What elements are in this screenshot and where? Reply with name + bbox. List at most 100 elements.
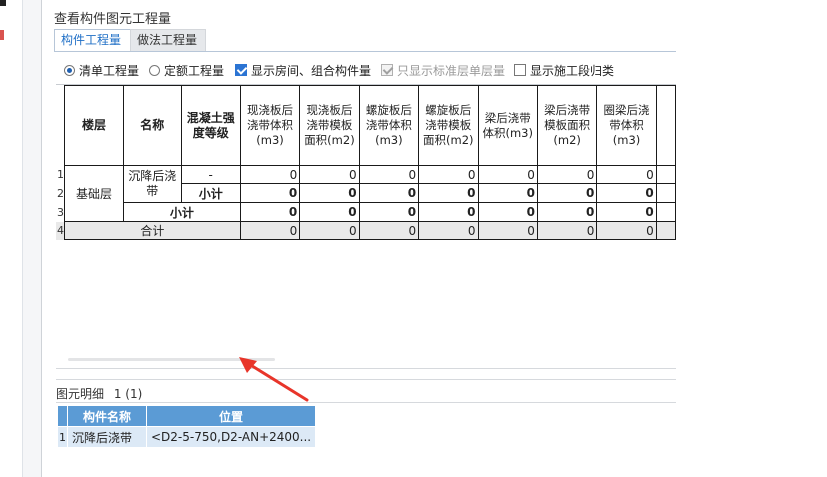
header-col-3: 螺旋板后浇带体积(m3): [358, 85, 420, 166]
left-panel-mark: [0, 0, 6, 6]
row-number: 1: [56, 165, 65, 184]
detail-title: 图元明细: [56, 387, 105, 401]
radio-dinge-icon[interactable]: [149, 64, 160, 76]
checkbox-checked-icon[interactable]: [235, 64, 247, 76]
checkbox-standard-floor-label: 只显示标准层单层量: [397, 63, 506, 78]
checkbox-show-rooms-label: 显示房间、组合构件量: [251, 63, 372, 78]
cell-value[interactable]: 0: [536, 183, 598, 203]
quantity-grid[interactable]: 楼层 名称 混凝土强度等级 现浇板后浇带体积(m3) 现浇板后浇带模板面积(m2…: [56, 84, 676, 370]
header-col-1: 现浇板后浇带体积(m3): [239, 85, 301, 166]
radio-qingdan-label: 清单工程量: [79, 63, 140, 78]
header-col-2: 现浇板后浇带模板面积(m2): [299, 85, 360, 166]
annotation-arrow-shaft: [247, 362, 309, 402]
cell-grade[interactable]: -: [180, 165, 241, 184]
row-number: 4: [56, 221, 65, 240]
cell-value[interactable]: 0: [536, 165, 598, 184]
cell-value[interactable]: [655, 221, 676, 240]
cell-value[interactable]: 0: [299, 183, 360, 203]
detail-table: 构件名称 位置 1 沉降后浇带 <D2-5-750,D2-AN+2400...: [57, 405, 317, 448]
panel-gap: [23, 0, 41, 477]
detail-cell-name[interactable]: 沉降后浇带: [67, 426, 147, 448]
header-col-7: 圈梁后浇带体积(m3): [596, 85, 657, 166]
detail-row-number-header: [57, 405, 68, 427]
detail-header-position: 位置: [145, 405, 317, 427]
cell-value[interactable]: [655, 165, 676, 184]
cell-total-label[interactable]: 合计: [64, 221, 241, 240]
table-row[interactable]: 3 小计 0 0 0 0 0 0 0: [56, 202, 676, 222]
detail-cell-position[interactable]: <D2-5-750,D2-AN+2400...: [145, 426, 317, 448]
header-col-5: 梁后浇带体积(m3): [477, 85, 538, 166]
annotation-arrow-icon: [239, 357, 309, 402]
row-number: 2: [56, 183, 65, 203]
cell-floor[interactable]: 基础层: [64, 165, 124, 222]
left-panel-red-mark: [0, 30, 4, 40]
left-panel-strip: [0, 0, 23, 477]
cell-value[interactable]: 0: [358, 221, 420, 240]
detail-count: 1 (1): [113, 387, 143, 401]
cell-value[interactable]: 0: [477, 221, 538, 240]
radio-dinge-label: 定额工程量: [164, 63, 225, 78]
cell-value[interactable]: 0: [299, 165, 360, 184]
cell-subtotal-label[interactable]: 小计: [122, 202, 241, 222]
cell-value[interactable]: 0: [239, 221, 301, 240]
radio-dinge-option[interactable]: 定额工程量: [149, 60, 224, 80]
cell-value[interactable]: 0: [358, 165, 420, 184]
cell-value[interactable]: 0: [299, 221, 360, 240]
cell-value[interactable]: 0: [536, 221, 598, 240]
radio-qingdan-option[interactable]: 清单工程量: [64, 60, 139, 80]
splitter-line[interactable]: [56, 379, 676, 380]
table-row[interactable]: 1 基础层 沉降后浇带 - 0 0 0 0 0 0 0: [56, 165, 676, 222]
cell-value[interactable]: 0: [358, 183, 420, 203]
cell-value[interactable]: 0: [596, 183, 657, 203]
cell-value[interactable]: [655, 202, 676, 222]
cell-value[interactable]: 0: [477, 165, 538, 184]
detail-row-number: 1: [57, 426, 68, 448]
radio-qingdan-icon[interactable]: [64, 64, 75, 76]
detail-divider: [56, 402, 676, 403]
cell-value[interactable]: [655, 183, 676, 203]
table-row-total[interactable]: 4 合计 0 0 0 0 0 0 0: [56, 221, 676, 240]
cell-value[interactable]: 0: [477, 202, 538, 222]
dialog-title: 查看构件图元工程量: [54, 12, 172, 27]
header-name: 名称: [122, 85, 182, 166]
checkbox-disabled-checked-icon: [381, 64, 393, 76]
cell-value[interactable]: 0: [596, 221, 657, 240]
checkbox-construction-stage-option[interactable]: 显示施工段归类: [514, 60, 614, 80]
cell-value[interactable]: 0: [418, 221, 479, 240]
cell-value[interactable]: 0: [239, 183, 301, 203]
tab-component-quantity[interactable]: 构件工程量: [54, 29, 132, 51]
cell-subtotal-label[interactable]: 小计: [180, 183, 241, 203]
cell-value[interactable]: 0: [536, 202, 598, 222]
checkbox-unchecked-icon[interactable]: [514, 64, 526, 76]
header-concrete-grade: 混凝土强度等级: [180, 85, 241, 166]
cell-value[interactable]: 0: [299, 202, 360, 222]
checkbox-standard-floor-option: 只显示标准层单层量: [381, 60, 505, 80]
cell-value[interactable]: 0: [418, 165, 479, 184]
cell-value[interactable]: 0: [239, 202, 301, 222]
cell-name[interactable]: 沉降后浇带: [122, 165, 182, 203]
table-header-row: 楼层 名称 混凝土强度等级 现浇板后浇带体积(m3) 现浇板后浇带模板面积(m2…: [56, 85, 676, 166]
cell-value[interactable]: 0: [596, 165, 657, 184]
header-col-6: 梁后浇带模板面积(m2): [536, 85, 598, 166]
splitter-line: [56, 368, 676, 369]
cell-value[interactable]: 0: [596, 202, 657, 222]
cell-value[interactable]: 0: [477, 183, 538, 203]
detail-row[interactable]: 1 沉降后浇带 <D2-5-750,D2-AN+2400...: [57, 426, 317, 448]
row-number: 3: [56, 202, 65, 222]
header-floor: 楼层: [64, 85, 124, 166]
cell-value[interactable]: 0: [239, 165, 301, 184]
checkbox-show-rooms-option[interactable]: 显示房间、组合构件量: [235, 60, 371, 80]
row-number-header: [56, 85, 65, 166]
cell-value[interactable]: 0: [418, 183, 479, 203]
detail-header-name: 构件名称: [67, 405, 147, 427]
header-col-4: 螺旋板后浇带模板面积(m2): [418, 85, 479, 166]
header-col-8: [655, 85, 676, 166]
detail-section-title: 图元明细 1 (1): [56, 385, 142, 402]
tab-underline: [54, 51, 676, 52]
cell-value[interactable]: 0: [418, 202, 479, 222]
detail-header-row: 构件名称 位置: [57, 405, 317, 427]
tab-method-quantity[interactable]: 做法工程量: [130, 29, 206, 52]
quantity-table: 楼层 名称 混凝土强度等级 现浇板后浇带体积(m3) 现浇板后浇带模板面积(m2…: [56, 85, 676, 240]
cell-value[interactable]: 0: [358, 202, 420, 222]
annotation-arrow-head: [239, 357, 257, 373]
